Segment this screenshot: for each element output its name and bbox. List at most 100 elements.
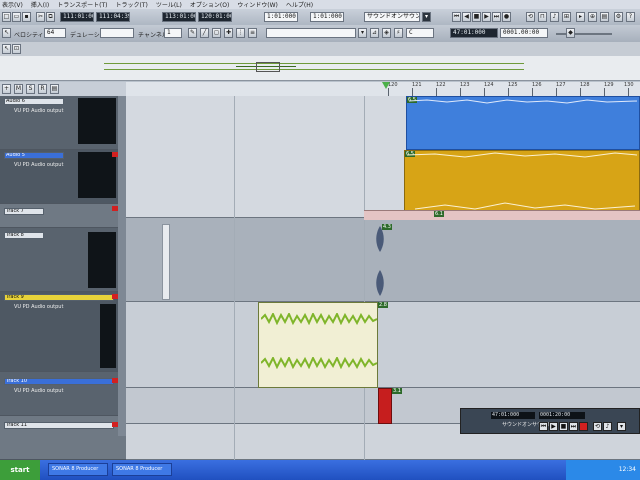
key-icon[interactable]: ♯ bbox=[394, 28, 403, 38]
track-5[interactable]: Track 9 VU PD Audio output bbox=[0, 292, 126, 372]
menu-insert[interactable]: 挿入(I) bbox=[31, 0, 49, 9]
velocity-field[interactable]: 64 bbox=[44, 28, 66, 38]
time-field-d[interactable]: 120:01:000 bbox=[198, 12, 232, 22]
track-2[interactable]: Audio 5 VU PD Audio output bbox=[0, 150, 126, 204]
help-icon[interactable]: ? bbox=[626, 12, 635, 22]
transport-record-icon[interactable] bbox=[579, 422, 588, 431]
duration-field[interactable] bbox=[100, 28, 134, 38]
audio-clip-green[interactable] bbox=[258, 302, 378, 388]
track-input[interactable]: VU PD Audio output bbox=[14, 108, 63, 114]
pencil-icon[interactable]: ✎ bbox=[188, 28, 197, 38]
track-name[interactable]: Audio 5 bbox=[4, 152, 64, 159]
track-name[interactable]: Track 10 bbox=[4, 378, 114, 385]
time-field-c[interactable]: 113:01:000 bbox=[162, 12, 196, 22]
track-name[interactable]: Track 11 bbox=[4, 422, 114, 429]
slider-thumb-icon[interactable]: ◆ bbox=[566, 28, 575, 38]
track-7[interactable]: Track 11 bbox=[0, 416, 126, 460]
list-icon[interactable]: ≡ bbox=[248, 28, 257, 38]
sub-position-field[interactable]: 0001.00:00 bbox=[500, 28, 548, 38]
now-marker-icon[interactable] bbox=[382, 82, 390, 89]
groove-icon[interactable]: ◈ bbox=[382, 28, 391, 38]
channel-field[interactable]: 1 bbox=[164, 28, 182, 38]
settings-icon[interactable]: ⚙ bbox=[614, 12, 623, 22]
record-mode-icon[interactable]: ▾ bbox=[422, 12, 431, 22]
menu-transport[interactable]: トランスポート(T) bbox=[57, 0, 107, 9]
back-icon[interactable]: ◀ bbox=[462, 12, 471, 22]
track-6[interactable]: Track 10 VU PD Audio output bbox=[0, 372, 126, 416]
menu-tools[interactable]: ツール(L) bbox=[156, 0, 182, 9]
rewind-icon[interactable]: ⏮ bbox=[452, 12, 461, 22]
erase-icon[interactable]: ◻ bbox=[212, 28, 221, 38]
menu-window[interactable]: ウィンドウ(W) bbox=[237, 0, 278, 9]
track-input[interactable]: VU PD Audio output bbox=[14, 388, 63, 394]
automation-lane-bar[interactable] bbox=[162, 224, 170, 300]
open-icon[interactable]: ▭ bbox=[12, 12, 21, 22]
track-solo-all-icon[interactable]: S bbox=[26, 84, 35, 94]
copy-icon[interactable]: ⧉ bbox=[46, 12, 55, 22]
zoom-icon[interactable]: ⊕ bbox=[588, 12, 597, 22]
transport-menu-icon[interactable]: ▾ bbox=[617, 422, 626, 431]
snap-icon[interactable]: ⊞ bbox=[562, 12, 571, 22]
taskbar-item-1[interactable]: SONAR 8 Producer bbox=[48, 463, 108, 476]
forward-icon[interactable]: ⏭ bbox=[492, 12, 501, 22]
navigator-overview[interactable] bbox=[0, 56, 640, 81]
start-button[interactable]: start bbox=[0, 460, 40, 480]
track-4[interactable]: Track 8 bbox=[0, 228, 126, 292]
track-scrollbar[interactable] bbox=[118, 96, 126, 436]
split-icon[interactable]: ⋮ bbox=[236, 28, 245, 38]
track-name[interactable]: Track 9 bbox=[4, 294, 114, 301]
audio-blob-lower-icon[interactable] bbox=[375, 270, 385, 296]
save-icon[interactable]: ▪ bbox=[22, 12, 31, 22]
play-icon[interactable]: ▶ bbox=[482, 12, 491, 22]
transport-subtime[interactable]: 0001:20:00 bbox=[539, 412, 585, 419]
snap-grid-icon[interactable]: ▾ bbox=[358, 28, 367, 38]
transport-metronome-icon[interactable]: ♪ bbox=[603, 422, 612, 431]
transport-play-icon[interactable]: ▶ bbox=[549, 422, 558, 431]
overview-viewport[interactable] bbox=[256, 62, 280, 72]
marquee-tool-icon[interactable]: ⊡ bbox=[12, 44, 21, 54]
menu-track[interactable]: トラック(T) bbox=[115, 0, 147, 9]
zoom-slider[interactable] bbox=[556, 33, 612, 35]
loop-icon[interactable]: ⟲ bbox=[526, 12, 535, 22]
audio-clip-blue[interactable]: 6.5 bbox=[406, 96, 640, 150]
smart-icon[interactable]: ✚ bbox=[224, 28, 233, 38]
arrange-view[interactable]: 6.5 6.5 6.1 4.3 2.8 3.1 bbox=[126, 96, 640, 460]
track-input[interactable]: VU PD Audio output bbox=[14, 162, 63, 168]
metronome-icon[interactable]: ♪ bbox=[550, 12, 559, 22]
cut-icon[interactable]: ✂ bbox=[36, 12, 45, 22]
audio-clip-yellow[interactable]: 6.5 bbox=[404, 150, 640, 214]
quantize-icon[interactable]: ⊿ bbox=[370, 28, 379, 38]
sound-mode-select[interactable]: サウンドオンサウンド bbox=[364, 12, 420, 22]
transport-forward-icon[interactable]: ⏭ bbox=[569, 422, 578, 431]
selection-strip[interactable]: 6.1 bbox=[364, 210, 640, 220]
record-icon[interactable]: ● bbox=[502, 12, 511, 22]
track-add-icon[interactable]: + bbox=[2, 84, 11, 94]
time-field-b[interactable]: 111:04:398 bbox=[96, 12, 130, 22]
track-1[interactable]: Audio 6 VU PD Audio output bbox=[0, 96, 126, 150]
time-field-e[interactable]: 1:01:000 bbox=[264, 12, 298, 22]
menu-options[interactable]: オプション(O) bbox=[190, 0, 229, 9]
transport-rewind-icon[interactable]: ⏮ bbox=[539, 422, 548, 431]
arrow-tool-icon[interactable]: ↖ bbox=[2, 44, 11, 54]
draw-icon[interactable]: ╱ bbox=[200, 28, 209, 38]
transport-stop-icon[interactable]: ■ bbox=[559, 422, 568, 431]
transport-loop-icon[interactable]: ⟲ bbox=[593, 422, 602, 431]
menu-help[interactable]: ヘルプ(H) bbox=[286, 0, 313, 9]
menu-view[interactable]: 表示(V) bbox=[2, 0, 23, 9]
floating-transport[interactable]: 47:01:000 0001:20:00 サウンドオンサウンド ⏮ ▶ ■ ⏭ … bbox=[460, 408, 640, 434]
time-field-f[interactable]: 1:01:000 bbox=[310, 12, 344, 22]
track-3[interactable]: Track 7 bbox=[0, 204, 126, 228]
time-field-a[interactable]: 111:01:000 bbox=[60, 12, 94, 22]
new-icon[interactable]: □ bbox=[2, 12, 11, 22]
marker-icon[interactable]: ▸ bbox=[576, 12, 585, 22]
select-tool-icon[interactable]: ↖ bbox=[2, 28, 11, 38]
key-select[interactable]: C bbox=[406, 28, 434, 38]
track-name[interactable]: Track 8 bbox=[4, 232, 44, 239]
track-mute-all-icon[interactable]: M bbox=[14, 84, 23, 94]
track-input[interactable]: VU PD Audio output bbox=[14, 304, 63, 310]
punch-icon[interactable]: ⊓ bbox=[538, 12, 547, 22]
transport-time[interactable]: 47:01:000 bbox=[491, 412, 535, 419]
audio-clip-red[interactable] bbox=[378, 388, 392, 424]
track-view-icon[interactable]: ▤ bbox=[50, 84, 59, 94]
stop-icon[interactable]: ■ bbox=[472, 12, 481, 22]
